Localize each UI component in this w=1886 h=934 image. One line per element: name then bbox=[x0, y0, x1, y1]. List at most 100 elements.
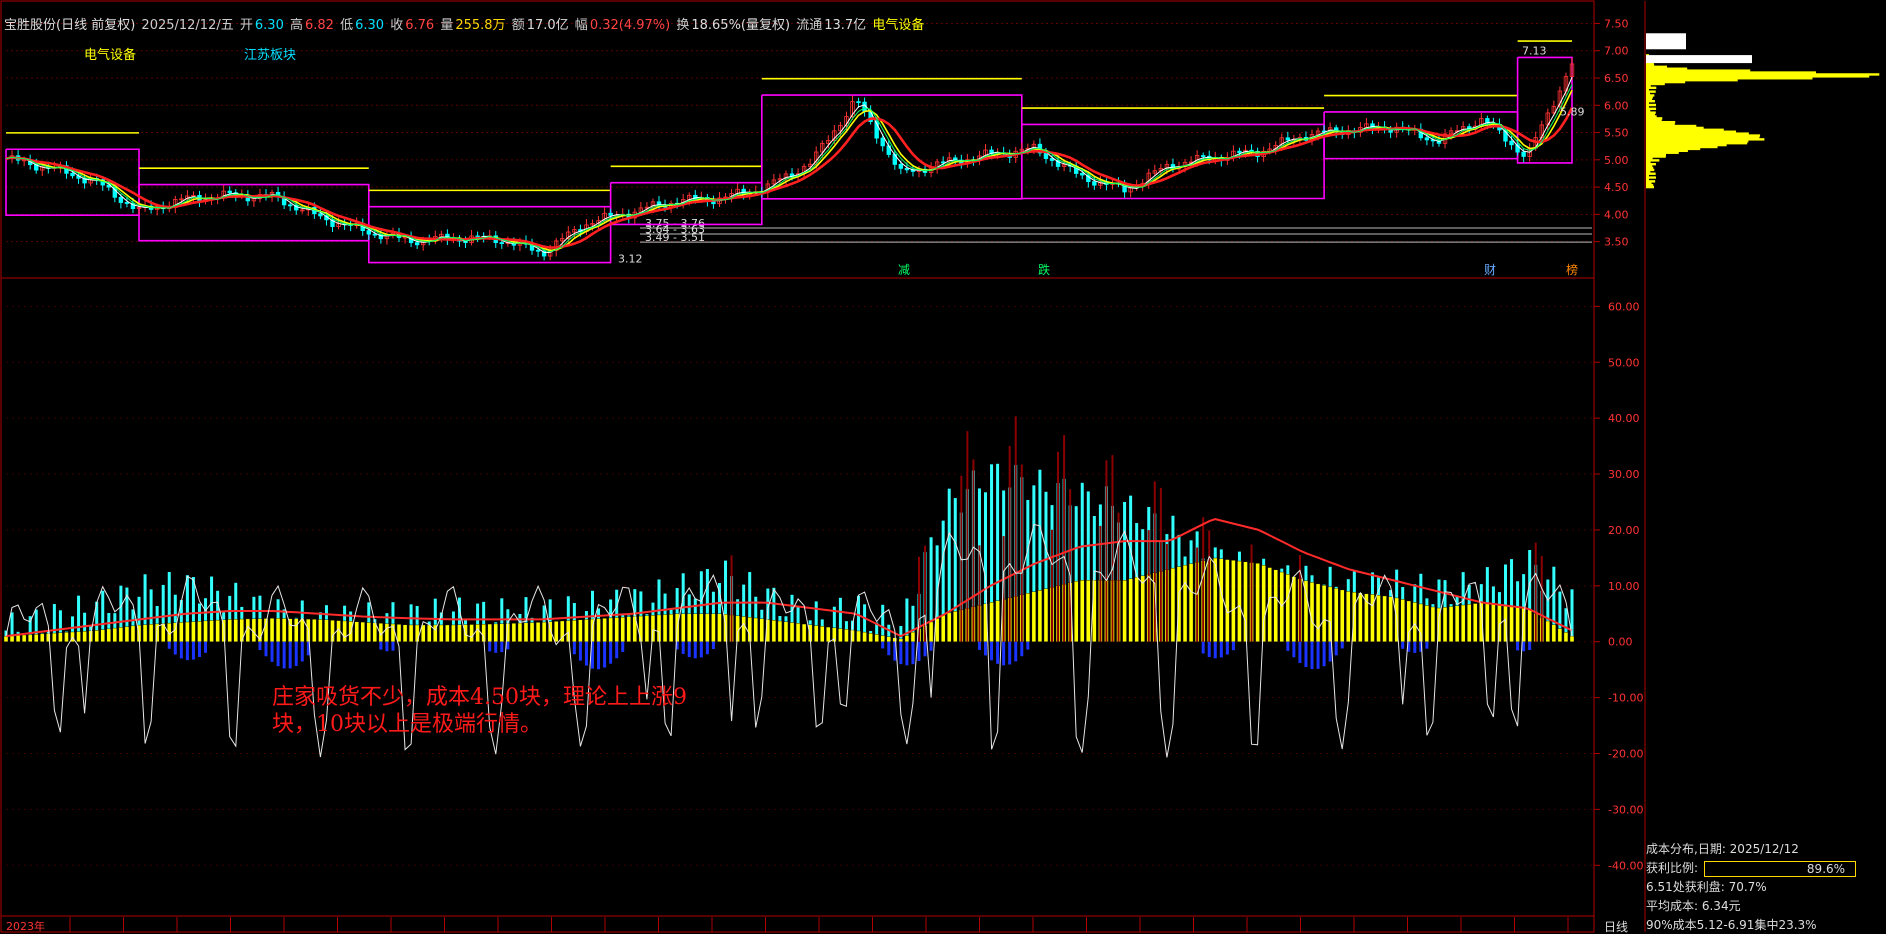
indicator-yellow-bar bbox=[15, 635, 21, 642]
indicator-blue-bar bbox=[887, 641, 891, 656]
indicator-yellow-bar bbox=[838, 628, 843, 642]
avg-cost-row: 平均成本: 6.34元 bbox=[1646, 899, 1741, 913]
indicator-yellow-bar bbox=[777, 620, 783, 642]
event-marker-2[interactable]: 财 bbox=[1484, 263, 1496, 277]
indicator-yellow-bar bbox=[179, 622, 184, 642]
event-marker-1[interactable]: 跌 bbox=[1038, 262, 1050, 277]
indicator-yellow-bar bbox=[856, 630, 861, 642]
indicator-yellow-bar bbox=[251, 618, 257, 642]
candle-body bbox=[318, 213, 323, 217]
indicator-spike-bar bbox=[1051, 529, 1054, 642]
indicator-yellow-bar bbox=[130, 625, 136, 642]
event-markers[interactable]: 减跌财榜 bbox=[898, 262, 1578, 277]
indicator-yellow-bar bbox=[1140, 575, 1145, 642]
indicator-yellow-bar bbox=[445, 624, 450, 642]
low-label: 低 bbox=[340, 18, 354, 33]
indicator-blue-bar bbox=[899, 641, 903, 665]
indicator-yellow-bar bbox=[898, 638, 904, 642]
indicator-yellow-bar bbox=[360, 621, 365, 642]
indicator-blue-bar bbox=[379, 641, 383, 650]
indicator-yellow-bar bbox=[1182, 564, 1188, 642]
indicator-blue-bar bbox=[1322, 641, 1326, 667]
indicator-yellow-bar bbox=[493, 623, 498, 642]
indicator-blue-bar bbox=[1298, 641, 1302, 663]
industry-tag[interactable]: 电气设备 bbox=[872, 18, 924, 33]
price-tick-label: 7.00 bbox=[1604, 45, 1629, 58]
indicator-blue-bar bbox=[500, 641, 504, 653]
main-chart-border bbox=[0, 0, 1595, 933]
indicator-yellow-bar bbox=[584, 619, 589, 642]
indicator-yellow-bar bbox=[1358, 592, 1363, 642]
indicator-blue-bar bbox=[711, 641, 715, 650]
indicator-tick-label: -40.00 bbox=[1608, 859, 1643, 872]
annotation-line-2: 块，10块以上是极端行情。 bbox=[272, 712, 542, 737]
candle-body bbox=[608, 212, 613, 216]
indicator-yellow-bar bbox=[1188, 563, 1194, 642]
indicator-yellow-bar bbox=[529, 622, 535, 642]
indicator-yellow-bar bbox=[1340, 589, 1345, 642]
indicator-spike-bar bbox=[1063, 435, 1066, 642]
frequency-label[interactable]: 日线 bbox=[1604, 918, 1628, 934]
kline-chart[interactable]: 7.50 7.00 6.50 6.00 5.50 5.00 4.50 4.00 3.50 3.7… bbox=[0, 0, 1886, 934]
indicator-yellow-bar bbox=[281, 618, 287, 642]
candle-body bbox=[535, 249, 541, 252]
indicator-yellow-bar bbox=[318, 619, 323, 642]
indicator-blue-bar bbox=[1002, 641, 1006, 666]
indicator-yellow-bar bbox=[928, 621, 934, 642]
indicator-yellow-bar bbox=[880, 635, 885, 642]
candle-body bbox=[1080, 173, 1085, 176]
indicator-yellow-bar bbox=[118, 627, 124, 642]
sector-tag-industry[interactable]: 电气设备 bbox=[84, 44, 136, 63]
chart-annotation: 庄家吸货不少，成本4.50块，理论上上涨9 块，10块以上是极端行情。 bbox=[272, 684, 792, 738]
indicator-yellow-bar bbox=[34, 634, 39, 642]
indicator-yellow-bar bbox=[1430, 606, 1436, 642]
indicator-blue-bar bbox=[300, 641, 304, 662]
indicator-blue-bar bbox=[615, 641, 619, 659]
indicator-yellow-bar bbox=[1467, 604, 1472, 642]
indicator-yellow-bar bbox=[1569, 635, 1575, 642]
volume-label: 量 bbox=[440, 18, 454, 33]
indicator-yellow-bar bbox=[294, 618, 299, 642]
quote-info-bar: 宝胜股份(日线 前复权) 2025/12/12/五 开 6.30 高 6.82 低6… bbox=[4, 14, 926, 34]
indicator-blue-bar bbox=[621, 641, 625, 652]
indicator-yellow-bar bbox=[106, 628, 111, 642]
indicator-yellow-bar bbox=[82, 631, 87, 642]
event-marker-3[interactable]: 榜 bbox=[1566, 262, 1578, 277]
indicator-yellow-bar bbox=[862, 631, 867, 642]
indicator-yellow-bar bbox=[324, 619, 329, 642]
indicator-tick-label: 0.00 bbox=[1608, 636, 1633, 649]
indicator-yellow-bar bbox=[1219, 558, 1224, 642]
indicator-yellow-bar bbox=[1025, 593, 1031, 642]
indicator-tick-label: -20.00 bbox=[1608, 748, 1643, 761]
indicator-yellow-bar bbox=[940, 614, 946, 642]
indicator-yellow-bar bbox=[1237, 560, 1242, 642]
indicator-yellow-bar bbox=[366, 622, 371, 642]
open-value: 6.30 bbox=[254, 18, 284, 33]
indicator-yellow-bar bbox=[469, 624, 474, 642]
indicator-blue-bar bbox=[191, 641, 195, 660]
indicator-yellow-bar bbox=[1321, 585, 1327, 642]
stock-title[interactable]: 宝胜股份(日线 前复权) bbox=[4, 18, 135, 33]
volume-value: 255.8万 bbox=[455, 18, 506, 33]
indicator-yellow-bar bbox=[1128, 578, 1133, 642]
sector-tag-region[interactable]: 江苏板块 bbox=[244, 44, 296, 63]
indicator-blue-bar bbox=[270, 641, 274, 662]
price-profit-row: 6.51处获利盘: 70.7% bbox=[1646, 880, 1767, 894]
indicator-yellow-bar bbox=[1382, 595, 1387, 642]
indicator-yellow-bar bbox=[1460, 604, 1466, 642]
price-axis: 7.50 7.00 6.50 6.00 5.50 5.00 4.50 4.00 3.50 bbox=[1594, 17, 1629, 249]
indicator-yellow-bar bbox=[1134, 577, 1139, 642]
indicator-spike-bar bbox=[1117, 512, 1120, 642]
event-marker-0[interactable]: 减 bbox=[898, 263, 910, 277]
indicator-yellow-bar bbox=[541, 621, 547, 642]
indicator-spike-bar bbox=[1057, 451, 1060, 642]
price-tick-label: 7.50 bbox=[1604, 17, 1629, 30]
indicator-yellow-bar bbox=[1557, 628, 1563, 642]
candle-body bbox=[372, 233, 378, 236]
indicator-yellow-bar bbox=[947, 612, 952, 642]
indicator-blue-bar bbox=[1304, 641, 1308, 668]
indicator-yellow-bar bbox=[511, 623, 517, 642]
indicator-yellow-bar bbox=[1424, 605, 1430, 642]
indicator-blue-bar bbox=[1219, 641, 1223, 658]
indicator-yellow-bar bbox=[1255, 563, 1260, 642]
